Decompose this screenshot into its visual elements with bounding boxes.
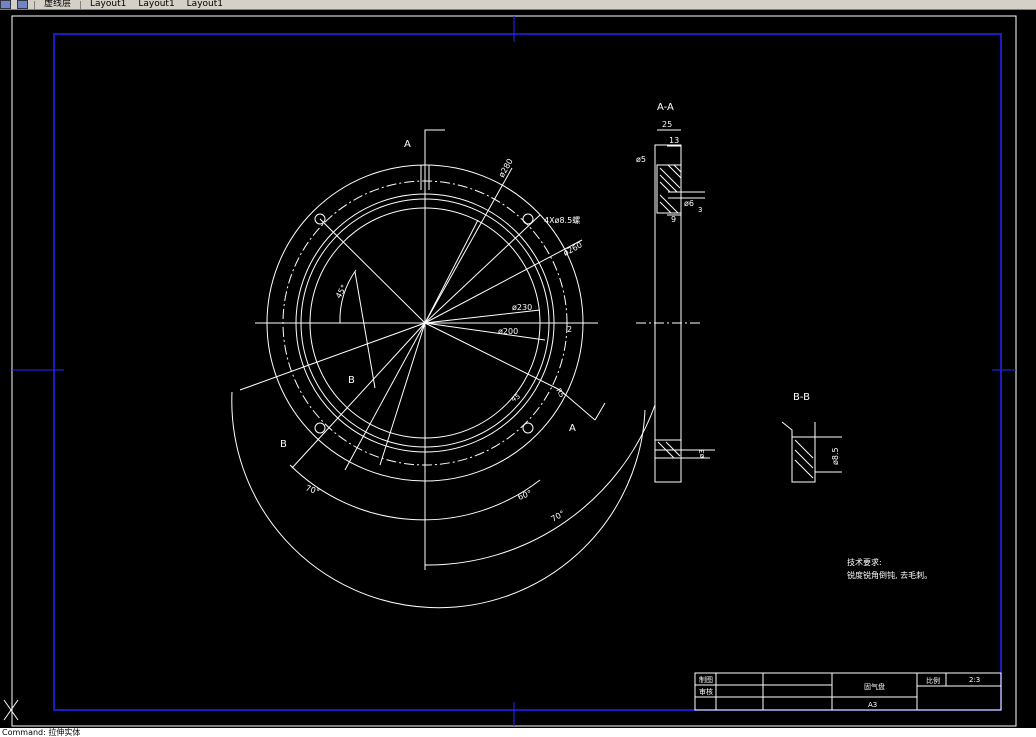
tb-drawn: 制图 (699, 675, 713, 684)
dim-bb-hole: ø8.5 (831, 447, 840, 465)
dim-inner-2: ø200 (498, 327, 518, 336)
dim-aa-width: 25 (662, 120, 672, 129)
section-label-a-side: A (569, 423, 576, 434)
section-view-aa (636, 129, 715, 483)
dim-outer-diameter: ø280 (497, 157, 515, 179)
dim-holes: 4Xø8.5螺 (544, 215, 580, 225)
title-block (694, 672, 1002, 711)
section-view-bb-labels: B-B ø8.5 (793, 392, 840, 465)
toolbar-separator (34, 0, 35, 9)
tb-checked: 审核 (699, 687, 713, 696)
tb-sheet: A3 (868, 701, 877, 709)
tech-req-title: 技术要求: (847, 557, 882, 567)
toolbar-separator (80, 0, 82, 9)
tech-req-line: 锐度锐角倒钝, 去毛刺。 (847, 570, 932, 580)
dim-inner-1: ø230 (512, 303, 532, 312)
layout-tab-3[interactable]: Layout1 (184, 0, 226, 9)
cad-toolbar: 虚线层 Layout1 Layout1 Layout1 (0, 0, 1036, 10)
dim-aa-9: 9 (671, 215, 676, 224)
main-view-labels: A A B B ø280 4Xø8.5螺 ø260 ø230 ø200 2 45… (280, 139, 584, 524)
drawing-canvas[interactable]: A A B B ø280 4Xø8.5螺 ø260 ø230 ø200 2 45… (0, 10, 1036, 728)
section-view-aa-labels: A-A 25 13 ø5 ø6 3 9 ø3 (636, 102, 706, 458)
section-view-bb-title: B-B (793, 392, 810, 403)
section-label-b-1: B (348, 375, 355, 386)
technical-requirements: 技术要求: 锐度锐角倒钝, 去毛刺。 (847, 557, 932, 580)
layout-tab-1[interactable]: Layout1 (87, 0, 129, 9)
layer-state-icon[interactable] (17, 0, 28, 9)
ucs-icon (3, 699, 19, 721)
dim-angle-70a: 70° (304, 483, 320, 496)
layer-manager-icon[interactable] (0, 0, 11, 9)
dim-angle-70b: 70° (550, 509, 567, 524)
command-text: Command: 拉伸实体 (2, 728, 81, 737)
section-label-b-2: B (280, 439, 287, 450)
layout-tab-2[interactable]: Layout1 (135, 0, 177, 9)
dim-radial-2: 2 (567, 325, 572, 334)
drawing-frame (11, 15, 1017, 727)
title-block-text: 制图 审核 固气盘 比例 2:3 A3 (699, 675, 980, 709)
tb-scale-label: 比例 (926, 676, 940, 685)
cad-drawing-svg: A A B B ø280 4Xø8.5螺 ø260 ø230 ø200 2 45… (3, 15, 1017, 727)
section-label-a-top: A (404, 139, 411, 150)
command-line[interactable]: Command: 拉伸实体 (0, 728, 1036, 737)
dim-aa-13: 13 (669, 136, 679, 145)
layer-dropdown[interactable]: 虚线层 (41, 0, 74, 9)
dim-aa-chamfer: ø5 (636, 155, 646, 164)
main-view (231, 129, 656, 609)
section-view-aa-title: A-A (657, 102, 674, 113)
dim-bolt-circle: ø260 (562, 240, 584, 257)
dim-aa-hole: ø6 (684, 199, 694, 208)
tb-part-name: 固气盘 (864, 682, 885, 691)
dim-angle-60: 60° (517, 489, 533, 502)
dim-aa-bottom: ø3 (698, 449, 706, 458)
dim-aa-3: 3 (698, 206, 702, 214)
tb-scale-value: 2:3 (969, 676, 980, 684)
